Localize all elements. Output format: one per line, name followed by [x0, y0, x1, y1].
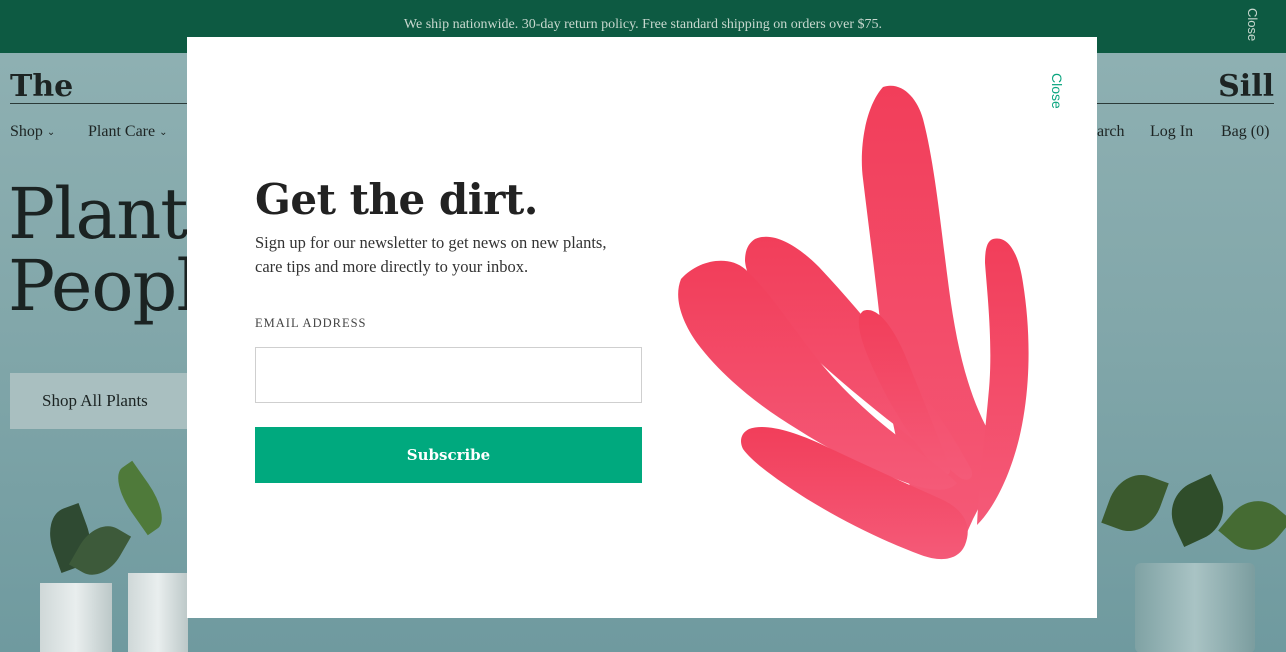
plant-leaf-image	[1160, 473, 1235, 548]
modal-description: Sign up for our newsletter to get news o…	[255, 233, 607, 276]
plant-leaf-image	[1101, 466, 1169, 540]
announcement-close-button[interactable]: Close	[1245, 8, 1260, 41]
nav-shop-label: Shop	[10, 123, 43, 140]
chevron-down-icon: ⌄	[46, 127, 56, 138]
email-label: EMAIL ADDRESS	[255, 316, 367, 330]
plant-pot-image	[40, 583, 112, 652]
plant-leaf-image	[107, 460, 173, 536]
logo-the[interactable]: The	[10, 69, 73, 104]
nav-search[interactable]: arch	[1097, 123, 1125, 141]
modal-title: Get the dirt.	[255, 175, 538, 224]
coral-leaf-illustration	[678, 85, 1029, 560]
plant-pot-image	[1135, 563, 1255, 652]
nav-plant-care[interactable]: Plant Care ⌄	[88, 123, 167, 141]
nav-shop[interactable]: Shop ⌄	[10, 123, 55, 141]
announcement-text: We ship nationwide. 30-day return policy…	[403, 16, 883, 32]
logo-sill[interactable]: Sill	[1218, 69, 1274, 104]
newsletter-modal: Close Get the dirt. Sign up for our news…	[187, 37, 1097, 618]
subscribe-button[interactable]: Subscribe	[255, 427, 642, 483]
plant-leaf-image	[1218, 488, 1286, 563]
email-input[interactable]	[255, 347, 642, 403]
nav-plant-care-label: Plant Care	[88, 123, 156, 140]
chevron-down-icon: ⌄	[159, 127, 168, 138]
nav-bag[interactable]: Bag (0)	[1221, 123, 1269, 141]
nav-log-in[interactable]: Log In	[1150, 123, 1193, 141]
shop-all-plants-button[interactable]: Shop All Plants	[10, 373, 190, 429]
plant-pot-image	[128, 573, 188, 652]
